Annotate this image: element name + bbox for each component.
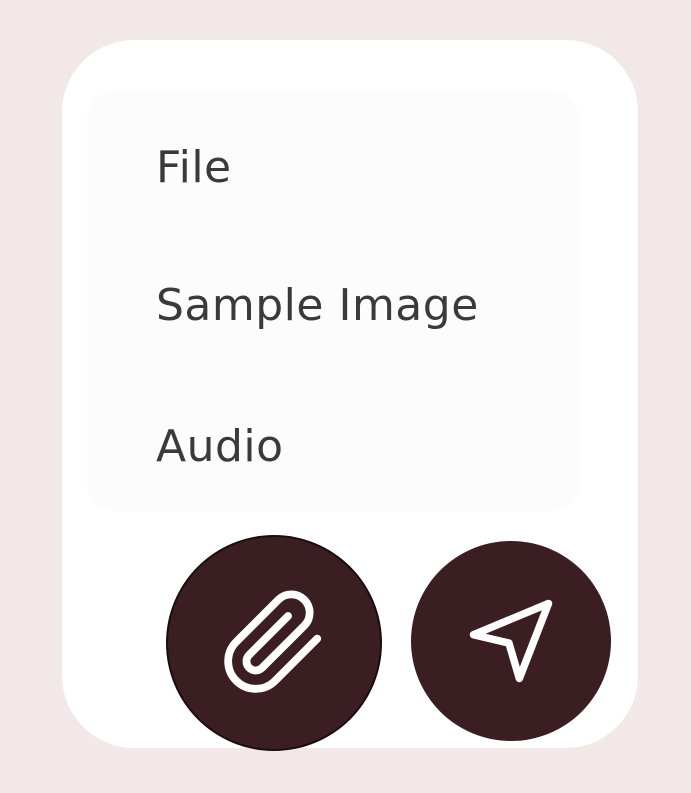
menu-item-audio[interactable]: Audio — [156, 425, 284, 469]
menu-item-file[interactable]: File — [156, 146, 232, 190]
attachment-menu: File Sample Image Audio — [87, 91, 579, 511]
send-button[interactable] — [411, 541, 611, 741]
menu-item-sample-image[interactable]: Sample Image — [156, 284, 479, 328]
paperclip-icon — [219, 588, 329, 698]
send-icon — [461, 591, 561, 691]
attach-button[interactable] — [168, 537, 380, 749]
